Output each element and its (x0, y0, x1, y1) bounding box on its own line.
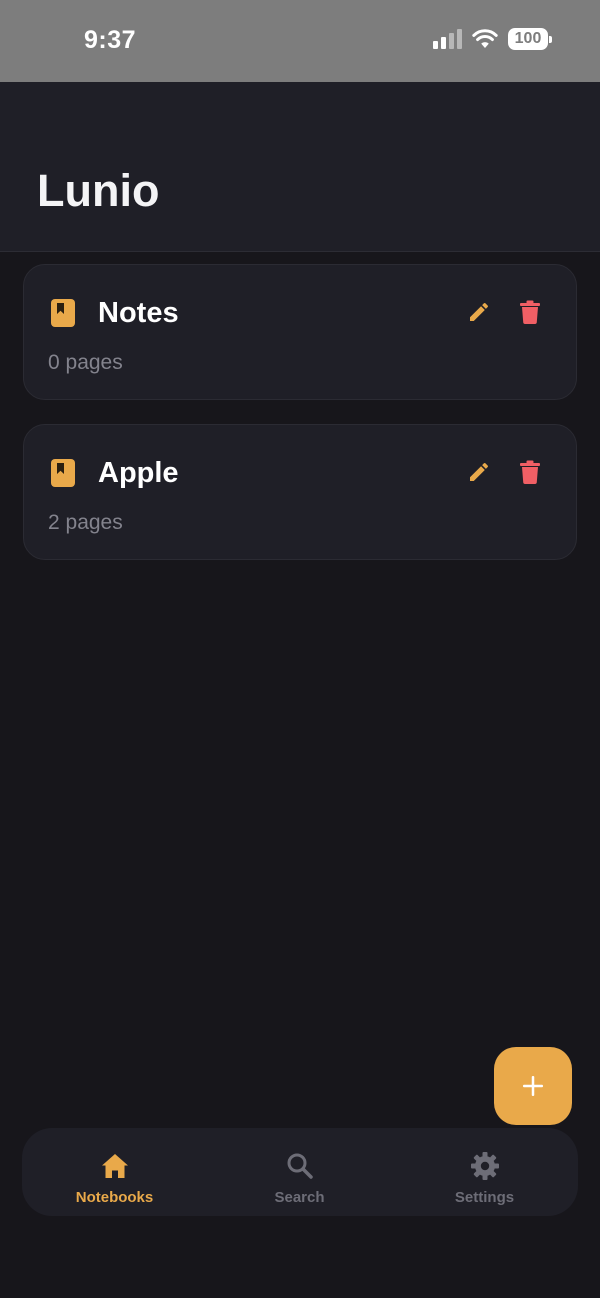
notebook-title: Apple (98, 457, 179, 489)
trash-icon[interactable] (519, 300, 541, 324)
tab-settings[interactable]: Settings (392, 1128, 577, 1216)
home-icon (101, 1154, 128, 1178)
tab-search[interactable]: Search (207, 1128, 392, 1216)
page-title: Lunio (37, 165, 160, 216)
app-header: Lunio (0, 82, 600, 252)
gear-icon (470, 1152, 499, 1180)
notebook-page-count: 0 pages (48, 351, 123, 374)
notebook-page-count: 2 pages (48, 511, 123, 534)
search-icon (287, 1153, 313, 1179)
notebook-card[interactable]: Apple 2 pages (23, 424, 577, 560)
battery-level: 100 (514, 30, 542, 47)
status-time: 9:37 (84, 26, 137, 54)
pencil-icon[interactable] (467, 300, 491, 324)
tab-label: Notebooks (75, 1189, 154, 1206)
wifi-icon (472, 29, 498, 48)
status-bar: 9:37 100 (0, 0, 600, 82)
tab-bar: Notebooks Search Settings (22, 1128, 578, 1216)
status-icons: 100 (433, 28, 552, 50)
book-icon (51, 459, 75, 487)
trash-icon[interactable] (519, 460, 541, 484)
book-icon (51, 299, 75, 327)
add-notebook-button[interactable] (494, 1047, 572, 1125)
tab-notebooks[interactable]: Notebooks (22, 1128, 207, 1216)
notebook-title: Notes (98, 297, 179, 329)
plus-icon (523, 1076, 543, 1096)
notebook-card[interactable]: Notes 0 pages (23, 264, 577, 400)
pencil-icon[interactable] (467, 460, 491, 484)
tab-label: Settings (454, 1189, 515, 1206)
battery-icon: 100 (508, 28, 552, 50)
tab-label: Search (274, 1189, 325, 1206)
signal-icon (433, 29, 462, 49)
